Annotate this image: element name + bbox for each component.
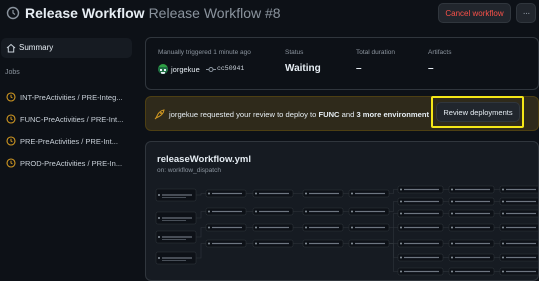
job-node[interactable] [302, 239, 344, 248]
job-node[interactable] [397, 185, 444, 194]
run-header: Release Workflow Release Workflow #8 Canc… [0, 0, 539, 30]
avatar[interactable] [158, 64, 168, 74]
graph-connector [196, 227, 206, 238]
job-label: PRE-PreActivities / PRE-Int... [20, 137, 118, 146]
page-title: Release Workflow Release Workflow #8 [25, 5, 281, 21]
job-node[interactable] [205, 239, 247, 248]
job-node[interactable] [155, 188, 197, 202]
highlight-box [431, 96, 524, 128]
workflow-graph: releaseWorkflow.yml on: workflow_dispatc… [145, 141, 539, 281]
sidebar-job-item[interactable]: FUNC-PreActivities / PRE-Int... [1, 110, 137, 128]
status-label: Status [285, 49, 304, 56]
job-node[interactable] [205, 223, 247, 232]
job-node[interactable] [397, 209, 444, 218]
job-node[interactable] [348, 189, 390, 198]
job-node[interactable] [448, 209, 495, 218]
status-value: Waiting [285, 63, 321, 74]
commit-sha-link[interactable]: cc50941 [217, 65, 244, 72]
job-node[interactable] [499, 197, 539, 206]
run-label: Release Workflow #8 [148, 5, 281, 21]
job-node[interactable] [348, 239, 390, 248]
job-node[interactable] [448, 197, 495, 206]
job-node[interactable] [499, 239, 539, 248]
waiting-clock-icon [6, 158, 16, 168]
artifacts-value: – [428, 63, 434, 74]
job-node[interactable] [448, 185, 495, 194]
job-node[interactable] [205, 189, 247, 198]
job-node[interactable] [302, 189, 344, 198]
job-node[interactable] [397, 239, 444, 248]
more-options-button[interactable]: ··· [516, 3, 536, 23]
sidebar-job-item[interactable]: PRE-PreActivities / PRE-Int... [1, 132, 137, 150]
job-node[interactable] [448, 253, 495, 262]
job-node[interactable] [397, 223, 444, 232]
job-node[interactable] [155, 230, 197, 244]
commit-icon [206, 67, 216, 72]
graph-connector [196, 193, 206, 196]
waiting-status-icon [6, 6, 20, 20]
graph-connector [389, 189, 398, 194]
more-environments-link[interactable]: 3 more environment [356, 110, 429, 119]
job-node[interactable] [252, 223, 294, 232]
job-node[interactable] [155, 211, 197, 225]
duration-label: Total duration [356, 49, 396, 56]
graph-connector [389, 227, 398, 244]
job-node[interactable] [348, 207, 390, 216]
waiting-clock-icon [6, 92, 16, 102]
workflow-graph-canvas [155, 185, 539, 276]
trigger-label: Manually triggered 1 minute ago [158, 49, 251, 56]
job-node[interactable] [499, 185, 539, 194]
run-summary-card: Manually triggered 1 minute ago jorgekue… [145, 37, 539, 90]
job-node[interactable] [252, 239, 294, 248]
environment-name: FUNC [318, 110, 340, 119]
sidebar-item-label: Summary [19, 43, 54, 52]
job-label: FUNC-PreActivities / PRE-Int... [20, 115, 124, 124]
job-label: INT-PreActivities / PRE-Integ... [20, 93, 123, 102]
job-node[interactable] [397, 267, 444, 276]
avatar-icon [158, 67, 168, 74]
sidebar-job-item[interactable]: INT-PreActivities / PRE-Integ... [1, 88, 137, 106]
job-label: PROD-PreActivities / PRE-In... [20, 159, 123, 168]
graph-connector [389, 201, 398, 212]
review-request-message: jorgekue requested your review to deploy… [169, 110, 429, 119]
job-node[interactable] [499, 253, 539, 262]
cancel-workflow-button[interactable]: Cancel workflow [438, 3, 511, 23]
graph-connector [196, 211, 206, 219]
graph-connector [389, 213, 398, 228]
job-node[interactable] [302, 207, 344, 216]
job-node[interactable] [252, 207, 294, 216]
home-icon [6, 43, 16, 53]
job-node[interactable] [499, 267, 539, 276]
sidebar-job-item[interactable]: PROD-PreActivities / PRE-In... [1, 154, 137, 172]
job-node[interactable] [448, 223, 495, 232]
graph-connector [196, 243, 206, 259]
rocket-icon [154, 109, 165, 120]
actor-link[interactable]: jorgekue [171, 65, 200, 74]
job-node[interactable] [302, 223, 344, 232]
sidebar: Summary Jobs INT-PreActivities / PRE-Int… [0, 30, 138, 281]
message-text: requested your review to deploy to [198, 110, 319, 119]
job-node[interactable] [155, 251, 197, 265]
workflow-title: Release Workflow [25, 5, 145, 21]
job-node[interactable] [397, 197, 444, 206]
job-node[interactable] [499, 223, 539, 232]
sidebar-item-summary[interactable]: Summary [1, 38, 132, 58]
jobs-heading: Jobs [5, 69, 20, 76]
job-node[interactable] [348, 223, 390, 232]
artifacts-label: Artifacts [428, 49, 452, 56]
job-node[interactable] [499, 209, 539, 218]
job-node[interactable] [448, 267, 495, 276]
job-node[interactable] [205, 207, 247, 216]
duration-value: – [356, 63, 362, 74]
job-node[interactable] [448, 239, 495, 248]
job-node[interactable] [397, 253, 444, 262]
message-text: and [339, 110, 357, 119]
job-node[interactable] [252, 189, 294, 198]
waiting-clock-icon [6, 114, 16, 124]
waiting-clock-icon [6, 136, 16, 146]
requester-name[interactable]: jorgekue [169, 110, 198, 119]
